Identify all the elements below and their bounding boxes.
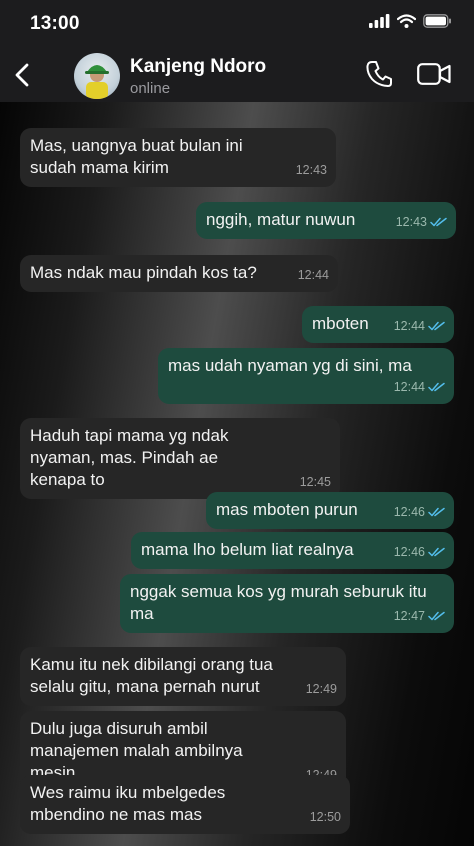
contact-status: online xyxy=(130,80,171,97)
message-time: 12:43 xyxy=(295,163,327,177)
message-outgoing[interactable]: mas udah nyaman yg di sini, ma 12:44 xyxy=(158,348,454,404)
message-time: 12:44 xyxy=(297,268,329,282)
double-check-icon xyxy=(428,611,445,621)
avatar[interactable] xyxy=(74,53,120,99)
chat-area[interactable]: Mas, uangnya buat bulan ini sudah mama k… xyxy=(0,102,474,846)
message-text: Haduh tapi mama yg ndak nyaman, mas. Pin… xyxy=(30,426,229,489)
message-time: 12:47 xyxy=(393,609,425,623)
phone-icon xyxy=(366,61,392,87)
message-time: 12:49 xyxy=(305,682,337,696)
message-time: 12:46 xyxy=(393,505,425,519)
back-chevron-icon xyxy=(15,63,29,87)
double-check-icon xyxy=(428,507,445,517)
message-time: 12:45 xyxy=(299,475,331,489)
video-call-button[interactable] xyxy=(417,63,451,90)
message-outgoing[interactable]: mas mboten purun 12:46 xyxy=(206,492,454,529)
message-outgoing[interactable]: nggih, matur nuwun 12:43 xyxy=(196,202,456,239)
message-text: Mas, uangnya buat bulan ini sudah mama k… xyxy=(30,136,243,177)
message-text: Kamu itu nek dibilangi orang tua selalu … xyxy=(30,655,273,696)
message-outgoing[interactable]: mboten 12:44 xyxy=(302,306,454,343)
message-text: mas udah nyaman yg di sini, ma xyxy=(168,356,412,375)
chat-header: Kanjeng Ndoro online xyxy=(0,48,474,102)
message-incoming[interactable]: Kamu itu nek dibilangi orang tua selalu … xyxy=(20,647,346,706)
status-icons xyxy=(369,14,452,28)
double-check-icon xyxy=(430,217,447,227)
message-time: 12:50 xyxy=(309,810,341,824)
message-outgoing[interactable]: mama lho belum liat realnya 12:46 xyxy=(131,532,454,569)
message-time: 12:44 xyxy=(393,380,425,394)
battery-icon xyxy=(423,14,451,28)
message-incoming[interactable]: Wes raimu iku mbelgedes mbendino ne mas … xyxy=(20,775,350,834)
contact-name[interactable]: Kanjeng Ndoro xyxy=(130,56,266,78)
signal-icon xyxy=(369,14,390,28)
message-text: Wes raimu iku mbelgedes mbendino ne mas … xyxy=(30,783,226,824)
message-incoming[interactable]: Mas ndak mau pindah kos ta? 12:44 xyxy=(20,255,338,292)
message-outgoing[interactable]: nggak semua kos yg murah seburuk itu ma … xyxy=(120,574,454,633)
double-check-icon xyxy=(428,547,445,557)
back-button[interactable] xyxy=(8,58,36,92)
status-bar: 13:00 xyxy=(0,0,474,48)
double-check-icon xyxy=(428,321,445,331)
avatar-image xyxy=(85,65,109,99)
status-time: 13:00 xyxy=(30,13,80,34)
message-incoming[interactable]: Mas, uangnya buat bulan ini sudah mama k… xyxy=(20,128,336,187)
call-button[interactable] xyxy=(366,60,392,93)
wifi-icon xyxy=(397,14,416,28)
video-call-icon xyxy=(417,63,451,85)
message-time: 12:43 xyxy=(395,215,427,229)
message-incoming[interactable]: Haduh tapi mama yg ndak nyaman, mas. Pin… xyxy=(20,418,340,499)
message-time: 12:44 xyxy=(393,319,425,333)
double-check-icon xyxy=(428,382,445,392)
message-time: 12:46 xyxy=(393,545,425,559)
message-text: Mas ndak mau pindah kos ta? xyxy=(30,263,257,282)
